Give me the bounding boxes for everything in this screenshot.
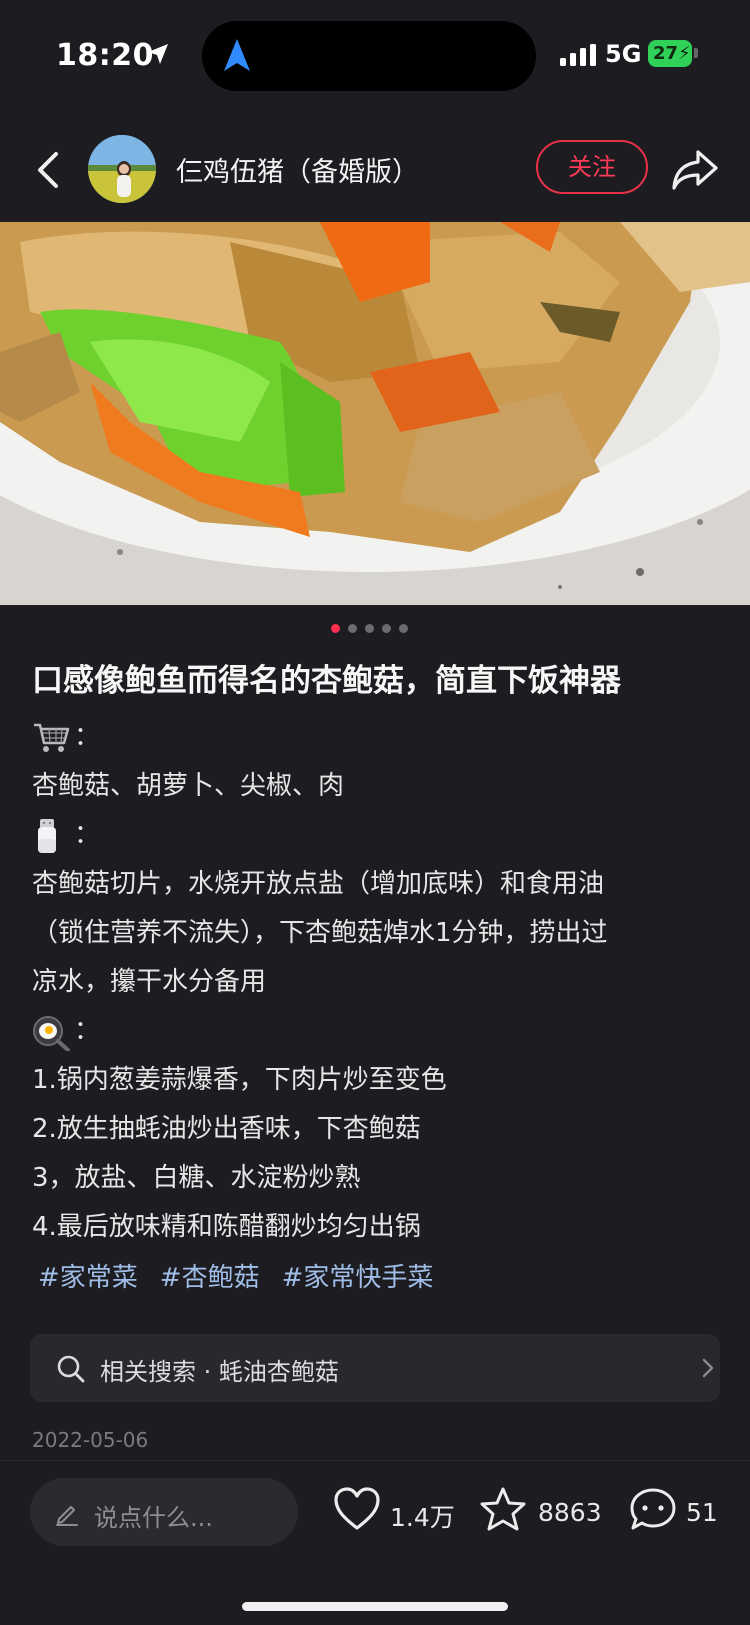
ingredients-text: 杏鲍菇、胡萝卜、尖椒、肉 (32, 771, 345, 801)
search-icon (57, 1355, 85, 1383)
favorite-button[interactable]: 8863 (478, 1486, 608, 1538)
ingredients-heading: ： (32, 713, 722, 762)
hashtag[interactable]: #家常菜 (38, 1263, 138, 1293)
comment-input[interactable]: 说点什么... (30, 1478, 298, 1546)
carousel-dot (348, 624, 357, 633)
related-search-text: 相关搜索 · 蚝油杏鲍菇 (100, 1358, 339, 1386)
home-indicator[interactable] (242, 1602, 508, 1611)
carousel-dot (365, 624, 374, 633)
favorite-count: 8863 (538, 1498, 602, 1527)
battery-level: 27 (653, 43, 679, 64)
status-time: 18:20 (56, 38, 154, 73)
comment-placeholder: 说点什么... (94, 1504, 213, 1532)
charging-bolt-icon: ⚡ (678, 43, 691, 64)
network-type: 5G (605, 40, 642, 68)
steps-heading: ： (32, 1007, 722, 1056)
follow-button[interactable]: 关注 (536, 140, 648, 194)
step-line: 2.放生抽蚝油炒出香味，下杏鲍菇 (32, 1114, 421, 1144)
post-title: 口感像鲍鱼而得名的杏鲍菇，简直下饭神器 (32, 663, 621, 699)
status-bar: 18:20 5G 27⚡ (0, 0, 750, 110)
prep-colon: ： (74, 820, 101, 850)
frying-pan-egg-icon (33, 1016, 70, 1051)
pen-icon (56, 1506, 78, 1526)
carousel-dot-active (331, 624, 340, 633)
shopping-cart-icon (34, 723, 70, 752)
hashtag[interactable]: #杏鲍菇 (160, 1263, 260, 1293)
comment-button[interactable]: 51 (628, 1486, 728, 1538)
step-line: 4.最后放味精和陈醋翻炒均匀出锅 (32, 1212, 421, 1242)
avatar-image (88, 135, 156, 203)
bottom-divider (0, 1460, 750, 1461)
author-name[interactable]: 仨鸡伍猪（备婚版） (176, 150, 419, 189)
hashtag-list: #家常菜 #杏鲍菇 #家常快手菜 (32, 1254, 722, 1304)
dynamic-island (202, 21, 536, 91)
prep-heading: ： (32, 811, 722, 860)
like-count: 1.4万 (390, 1503, 455, 1532)
prep-line: 杏鲍菇切片，水烧开放点盐（增加底味）和食用油 (32, 869, 605, 899)
post-image[interactable] (0, 222, 750, 605)
star-icon (480, 1487, 526, 1531)
comment-count: 51 (686, 1498, 718, 1527)
post-content: 口感像鲍鱼而得名的杏鲍菇，简直下饭神器 ： 杏鲍菇、胡萝卜、尖椒、肉 ： 杏鲍菇… (32, 655, 722, 1304)
prep-line: （锁住营养不流失），下杏鲍菇焯水1分钟，捞出过 (32, 918, 608, 948)
prep-line: 凉水，攥干水分备用 (32, 967, 267, 997)
author-avatar[interactable] (88, 135, 156, 203)
like-button[interactable]: 1.4万 (332, 1486, 458, 1538)
navigation-arrow-icon (224, 39, 250, 71)
post-header: 仨鸡伍猪（备婚版） 关注 (0, 118, 750, 222)
related-search-bar[interactable]: 相关搜索 · 蚝油杏鲍菇 (30, 1334, 720, 1402)
carousel-dot (399, 624, 408, 633)
heart-icon (334, 1487, 380, 1530)
hashtag[interactable]: #家常快手菜 (282, 1263, 434, 1293)
comment-bubble-icon (630, 1488, 676, 1530)
carousel-dot (382, 624, 391, 633)
battery-indicator: 27⚡ (648, 40, 692, 67)
step-line: 3，放盐、白糖、水淀粉炒熟 (32, 1163, 361, 1193)
share-icon[interactable] (670, 146, 720, 192)
stir-fry-dish-image (0, 222, 750, 605)
chevron-right-icon (702, 1358, 714, 1378)
bottom-action-bar: 说点什么... 1.4万 8863 51 (0, 1470, 750, 1590)
step-line: 1.锅内葱姜蒜爆香，下肉片炒至变色 (32, 1065, 447, 1095)
cellular-signal-icon (560, 44, 596, 66)
post-date: 2022-05-06 (32, 1428, 149, 1452)
steps-colon: ： (74, 1016, 101, 1046)
back-arrow-icon[interactable] (28, 148, 68, 192)
salt-shaker-icon (38, 819, 56, 853)
battery-tip (694, 48, 698, 58)
location-arrow-icon (148, 44, 168, 64)
ingredients-colon: ： (74, 722, 101, 752)
